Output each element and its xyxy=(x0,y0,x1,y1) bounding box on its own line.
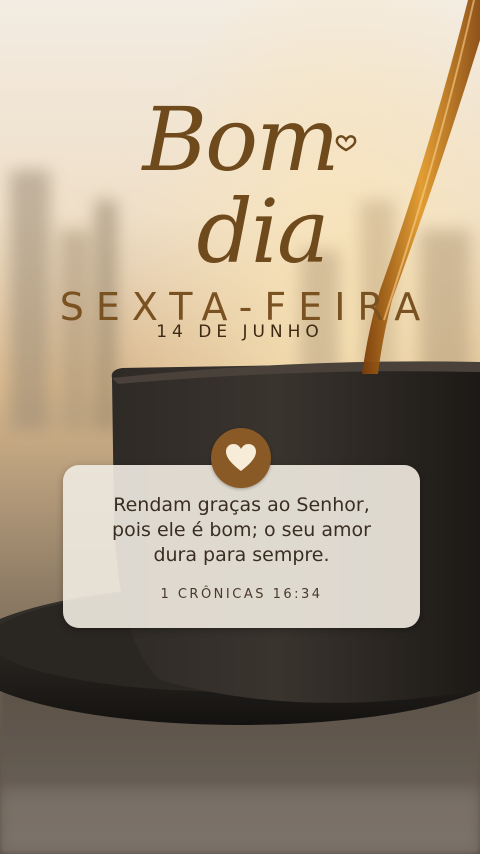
verse-line: Rendam graças ao Senhor, xyxy=(113,494,370,516)
verse-line: pois ele é bom; o seu amor xyxy=(112,519,371,541)
greeting-line1: Bom xyxy=(140,88,337,191)
heart-badge xyxy=(211,428,271,488)
heart-icon xyxy=(226,444,256,471)
verse-reference: 1 CRÔNICAS 16:34 xyxy=(160,587,323,602)
date-label: 14 DE JUNHO xyxy=(156,322,324,342)
verse-line: dura para sempre. xyxy=(153,544,330,566)
greeting-line2: dia xyxy=(197,180,328,283)
bom-dia-greeting: Bom dia xyxy=(140,88,357,283)
small-heart-icon xyxy=(335,135,357,152)
verse-text: Rendam graças ao Senhor, pois ele é bom;… xyxy=(63,493,420,568)
